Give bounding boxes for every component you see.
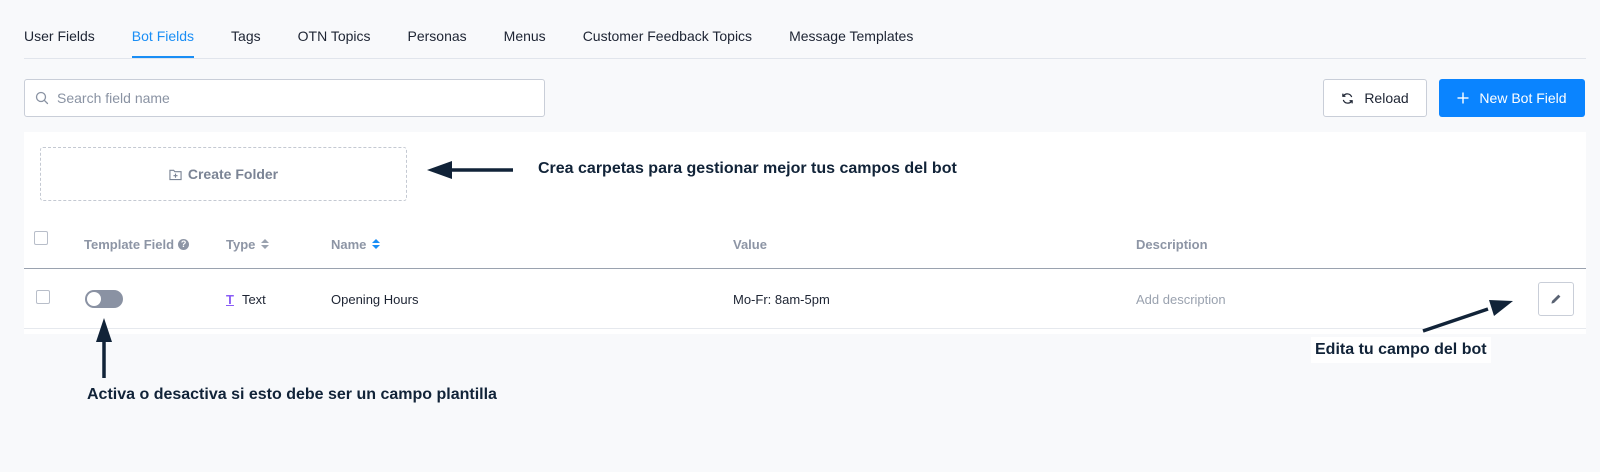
type-cell: T Text (226, 269, 266, 329)
question-circle-icon[interactable]: ? (178, 238, 190, 250)
column-name[interactable]: Name (331, 219, 381, 269)
new-bot-field-label: New Bot Field (1479, 90, 1567, 106)
sort-icon (261, 239, 270, 249)
search-input[interactable] (57, 90, 544, 106)
column-template-field: Template Field ? (84, 219, 190, 269)
add-description-link[interactable]: Add description (1136, 269, 1226, 329)
tab-message-templates[interactable]: Message Templates (789, 28, 913, 58)
tab-user-fields[interactable]: User Fields (24, 28, 95, 58)
value-cell: Mo-Fr: 8am-5pm (733, 291, 830, 307)
column-description-label: Description (1136, 236, 1208, 252)
tab-tags[interactable]: Tags (231, 28, 261, 58)
reload-button[interactable]: Reload (1323, 79, 1427, 117)
type-value: Text (241, 291, 266, 307)
tab-customer-feedback-topics[interactable]: Customer Feedback Topics (583, 28, 752, 58)
column-name-label: Name (331, 236, 367, 252)
create-folder-button[interactable]: Create Folder (40, 147, 407, 201)
reload-icon (1342, 92, 1354, 104)
column-description: Description (1136, 219, 1208, 269)
column-template-field-label: Template Field (84, 236, 175, 252)
create-folder-label: Create Folder (187, 166, 279, 182)
plus-icon (1457, 92, 1469, 104)
tab-menus[interactable]: Menus (504, 28, 546, 58)
sort-icon (372, 239, 381, 249)
tab-otn-topics[interactable]: OTN Topics (298, 28, 371, 58)
column-type[interactable]: Type (226, 219, 270, 269)
table-header: Template Field ? Type Name Value Descrip… (24, 219, 1586, 269)
annotation-edit: Edita tu campo del bot (1311, 337, 1491, 363)
tab-bot-fields[interactable]: Bot Fields (131, 28, 195, 58)
edit-button[interactable] (1538, 282, 1574, 316)
column-value: Value (733, 219, 767, 269)
table-row: T Text Opening Hours Mo-Fr: 8am-5pm Add … (24, 269, 1586, 329)
search-icon (35, 91, 49, 105)
search-box (24, 79, 545, 117)
row-checkbox[interactable] (36, 290, 50, 304)
select-all-checkbox[interactable] (34, 231, 48, 245)
column-type-label: Type (226, 236, 256, 252)
tab-bar: User Fields Bot Fields Tags OTN Topics P… (24, 0, 1586, 59)
annotation-toggle: Activa o desactiva si esto debe ser un c… (87, 386, 497, 403)
template-field-toggle[interactable] (85, 290, 123, 308)
toggle-knob (87, 292, 101, 306)
name-cell: Opening Hours (331, 291, 419, 307)
column-value-label: Value (733, 236, 767, 252)
text-type-icon: T (226, 291, 234, 307)
reload-label: Reload (1364, 90, 1409, 106)
new-bot-field-button[interactable]: New Bot Field (1439, 79, 1585, 117)
tab-personas[interactable]: Personas (408, 28, 467, 58)
annotation-folder: Crea carpetas para gestionar mejor tus c… (538, 160, 957, 177)
pencil-icon (1551, 294, 1561, 304)
folder-plus-icon (169, 169, 182, 180)
